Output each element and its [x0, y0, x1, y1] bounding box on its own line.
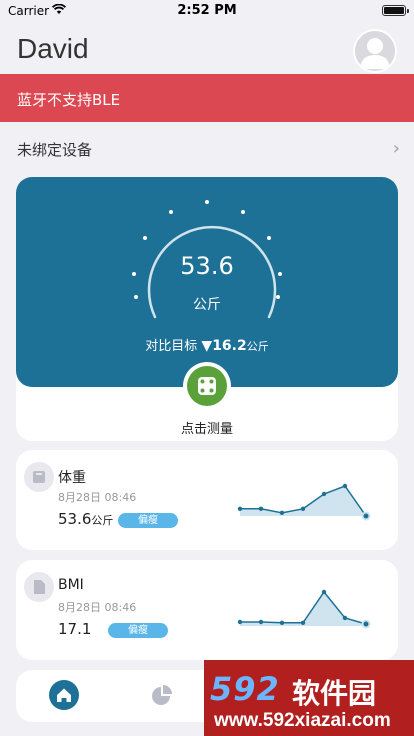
pie-chart-icon[interactable]	[150, 685, 172, 711]
measure-label[interactable]: 点击测量	[16, 418, 398, 437]
metric-number: 17.1	[58, 620, 92, 638]
measure-button[interactable]	[183, 362, 231, 410]
metric-value: 17.1	[58, 620, 91, 638]
device-label: 未绑定设备	[17, 141, 93, 159]
trend-point	[300, 506, 306, 511]
ble-alert-text: 蓝牙不支持BLE	[17, 91, 121, 109]
compare-unit: 公斤	[246, 340, 269, 353]
metric-number: 53.6	[58, 510, 92, 528]
weight-trend-chart	[237, 483, 371, 521]
current-weight-unit: 公斤	[193, 297, 221, 313]
measurement-panel: 53.6 公斤 对比目标 ▼16.2公斤	[16, 177, 398, 387]
chevron-right-icon: ›	[392, 138, 400, 159]
current-weight-value: 53.6	[180, 252, 234, 280]
metric-date: 8月28日 08:46	[58, 491, 137, 504]
trend-point	[279, 620, 285, 625]
trend-point	[321, 589, 327, 595]
metric-date: 8月28日 08:46	[58, 601, 137, 614]
metric-value: 53.6公斤	[58, 510, 113, 528]
weight-gauge	[132, 200, 282, 319]
trend-area	[240, 486, 366, 516]
measurement-card: 53.6 公斤 对比目标 ▼16.2公斤 点击测量	[16, 177, 398, 441]
target-comparison: 对比目标 ▼16.2公斤	[16, 335, 398, 354]
trend-point	[279, 510, 285, 515]
bmi-trend-chart	[237, 589, 371, 629]
unbound-device-row[interactable]: 未绑定设备 ›	[0, 126, 414, 170]
trend-point	[342, 483, 348, 489]
status-bar: Carrier 2:52 PM	[0, 0, 414, 22]
watermark-name: 软件园	[292, 677, 377, 710]
metric-unit: 公斤	[91, 514, 114, 527]
bmi-metric-card[interactable]: BMI 8月28日 08:46 17.1 偏瘦	[16, 560, 398, 660]
trend-point	[321, 491, 327, 497]
watermark-logo: 592 软件园 www.592xiazai.com	[204, 660, 414, 736]
watermark-url: www.592xiazai.com	[214, 710, 391, 731]
weight-metric-card[interactable]: 体重 8月28日 08:46 53.6公斤 偏瘦	[16, 450, 398, 550]
battery-icon	[382, 5, 409, 16]
trend-point	[258, 619, 264, 625]
metric-title: 体重	[58, 470, 86, 486]
home-icon[interactable]	[49, 680, 79, 710]
document-icon	[24, 572, 54, 602]
down-arrow-icon: ▼	[201, 338, 213, 354]
status-badge: 偏瘦	[118, 513, 178, 528]
trend-point	[300, 620, 306, 625]
compare-label: 对比目标	[145, 339, 198, 354]
trend-point	[361, 511, 371, 521]
trend-point	[237, 506, 243, 511]
trend-point	[237, 619, 243, 625]
trend-point	[342, 615, 348, 621]
person-avatar-icon[interactable]	[353, 29, 397, 73]
scale-icon	[24, 462, 54, 492]
trend-line	[240, 590, 367, 625]
trend-point	[258, 506, 264, 511]
ble-alert-banner: 蓝牙不支持BLE	[0, 74, 414, 122]
metric-title: BMI	[58, 577, 84, 593]
trend-point	[361, 619, 371, 629]
status-badge: 偏瘦	[108, 623, 168, 638]
compare-delta: 16.2	[212, 338, 247, 354]
user-name: David	[17, 33, 89, 64]
status-time: 2:52 PM	[177, 3, 237, 18]
watermark-number: 592	[210, 670, 280, 708]
scale-icon	[187, 366, 227, 406]
